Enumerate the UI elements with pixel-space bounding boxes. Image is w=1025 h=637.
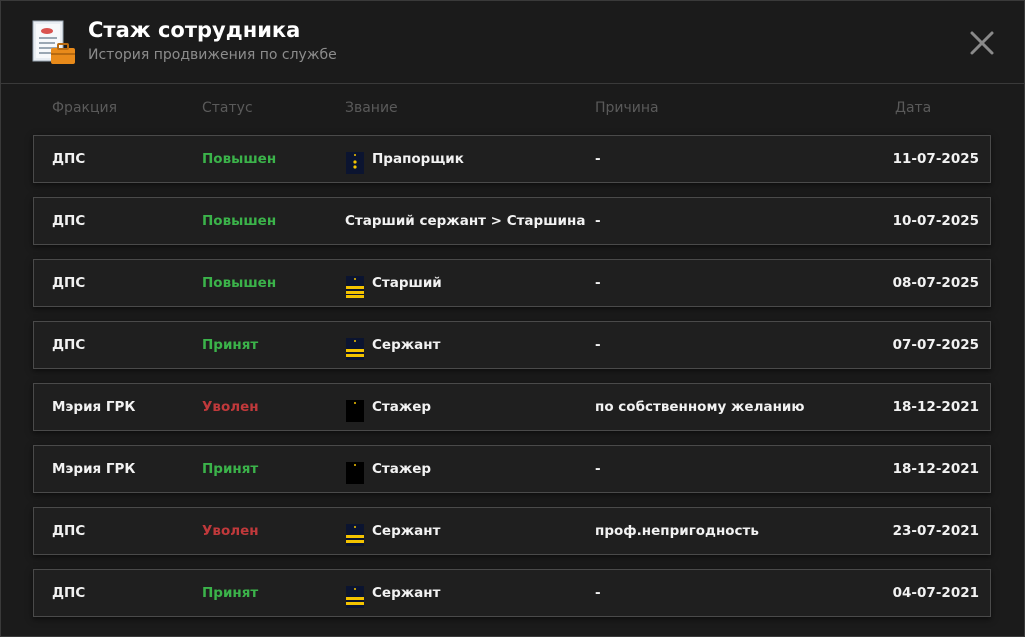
status-cell: Принят — [202, 337, 259, 353]
table-row[interactable]: ДПС Повышен Старший сержант > Старшина - 10-… — [33, 197, 991, 245]
rank-cell: Прапорщик — [345, 136, 464, 182]
date-cell: 10-07-2025 — [892, 213, 979, 229]
status-cell: Повышен — [202, 213, 277, 229]
rank-label: Старший — [372, 275, 442, 291]
rank-label: Сержант — [372, 585, 441, 601]
reason-cell: - — [595, 585, 601, 601]
faction-cell: ДПС — [52, 585, 86, 601]
date-cell: 04-07-2021 — [892, 585, 979, 601]
date-cell: 07-07-2025 — [892, 337, 979, 353]
table-row[interactable]: ДПС Повышен Старший - 08-07-2025 — [33, 259, 991, 307]
window-header: Стаж сотрудника История продвижения по с… — [1, 1, 1024, 84]
rank-cell: Стажер — [345, 384, 431, 430]
status-cell: Повышен — [202, 275, 277, 291]
table-row[interactable]: ДПС Повышен Прапорщик - 11-07-2025 — [33, 135, 991, 183]
table-row[interactable]: ДПС Уволен Сержант проф.непригодность 23-07-… — [33, 507, 991, 555]
rank-label: Сержант — [372, 337, 441, 353]
faction-cell: Мэрия ГРК — [52, 399, 136, 415]
column-header-rank: Звание — [345, 100, 398, 116]
table-header: Фракция Статус Звание Причина Дата — [1, 97, 1024, 121]
sergeant-stripes-icon — [345, 519, 365, 546]
warrant-officer-icon — [345, 147, 365, 174]
faction-cell: ДПС — [52, 275, 86, 291]
faction-cell: Мэрия ГРК — [52, 461, 136, 477]
column-header-reason: Причина — [595, 100, 659, 116]
rank-cell: Сержант — [345, 508, 440, 554]
table-row[interactable]: ДПС Принят Сержант - 07-07-2025 — [33, 321, 991, 369]
close-icon[interactable] — [967, 28, 997, 58]
column-header-date: Дата — [895, 100, 932, 116]
trainee-icon — [345, 457, 365, 484]
reason-cell: - — [595, 213, 601, 229]
reason-cell: - — [595, 275, 601, 291]
rank-cell: Сержант — [345, 322, 440, 368]
rank-label: Стажер — [372, 461, 432, 477]
faction-cell: ДПС — [52, 523, 86, 539]
reason-cell: - — [595, 151, 601, 167]
reason-cell: - — [595, 337, 601, 353]
date-cell: 18-12-2021 — [892, 399, 979, 415]
status-cell: Повышен — [202, 151, 277, 167]
date-cell: 08-07-2025 — [892, 275, 979, 291]
column-header-faction: Фракция — [52, 100, 118, 116]
reason-cell: проф.непригодность — [595, 523, 759, 539]
date-cell: 11-07-2025 — [892, 151, 979, 167]
rank-label: Сержант — [372, 523, 441, 539]
rank-cell: Старший сержант > Старшина — [345, 198, 585, 244]
document-briefcase-icon — [32, 20, 75, 64]
faction-cell: ДПС — [52, 151, 86, 167]
sergeant-stripes-icon — [345, 333, 365, 360]
page-subtitle: История продвижения по службе — [88, 47, 337, 63]
column-header-status: Статус — [202, 100, 253, 116]
rank-cell: Старший — [345, 260, 442, 306]
status-cell: Принят — [202, 585, 259, 601]
date-cell: 18-12-2021 — [892, 461, 979, 477]
table-row[interactable]: ДПС Принят Сержант - 04-07-2021 — [33, 569, 991, 617]
date-cell: 23-07-2021 — [892, 523, 979, 539]
table-row[interactable]: Мэрия ГРК Принят Стажер - 18-12-2021 — [33, 445, 991, 493]
faction-cell: ДПС — [52, 337, 86, 353]
rank-cell: Сержант — [345, 570, 440, 616]
trainee-icon — [345, 395, 365, 422]
status-cell: Уволен — [202, 523, 259, 539]
rank-label: Стажер — [372, 399, 432, 415]
rank-label: Прапорщик — [372, 151, 464, 167]
employee-tenure-window: Стаж сотрудника История продвижения по с… — [0, 0, 1025, 637]
sergeant-stripes-icon — [345, 581, 365, 608]
status-cell: Принят — [202, 461, 259, 477]
senior-stripes-icon — [345, 271, 365, 298]
reason-cell: - — [595, 461, 601, 477]
reason-cell: по собственному желанию — [595, 399, 805, 415]
tenure-list: ДПС Повышен Прапорщик - 11-07-2025 ДПС Повышен… — [33, 135, 991, 631]
status-cell: Уволен — [202, 399, 259, 415]
faction-cell: ДПС — [52, 213, 86, 229]
rank-cell: Стажер — [345, 446, 431, 492]
rank-label: Старший сержант > Старшина — [345, 213, 586, 229]
page-title: Стаж сотрудника — [88, 18, 301, 42]
table-row[interactable]: Мэрия ГРК Уволен Стажер по собственному жел… — [33, 383, 991, 431]
